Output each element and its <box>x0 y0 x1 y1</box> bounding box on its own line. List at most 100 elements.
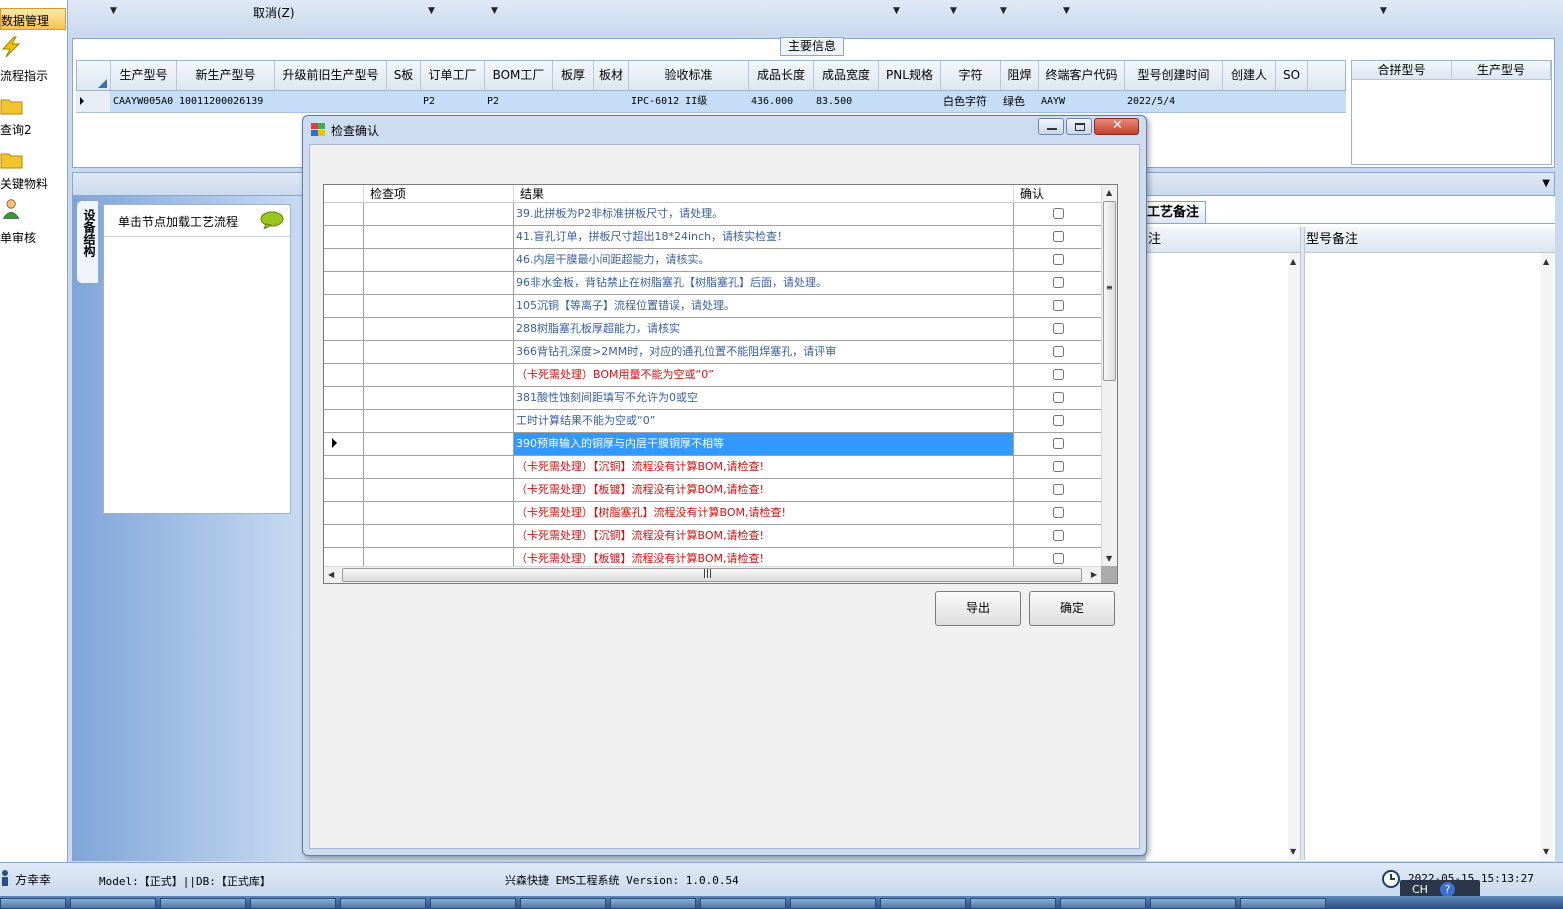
column-header[interactable]: 新生产型号 <box>177 61 275 90</box>
table-row[interactable]: 96非水金板，背钻禁止在树脂塞孔【树脂塞孔】后面，请处理。 <box>324 272 1101 295</box>
column-header[interactable]: 验收标准 <box>629 61 749 90</box>
table-row[interactable]: 39.此拼板为P2非标准拼板尺寸，请处理。 <box>324 203 1101 226</box>
result-cell[interactable]: 96非水金板，背钻禁止在树脂塞孔【树脂塞孔】后面，请处理。 <box>514 272 1014 294</box>
scroll-up-icon[interactable]: ▲ <box>1106 188 1112 197</box>
taskbar-button[interactable] <box>430 898 516 909</box>
confirm-checkbox[interactable] <box>1053 300 1064 311</box>
minimize-button[interactable] <box>1038 118 1064 135</box>
check-item-cell[interactable] <box>364 364 514 386</box>
confirm-checkbox[interactable] <box>1053 530 1064 541</box>
check-item-cell[interactable] <box>364 318 514 340</box>
column-header-result[interactable]: 结果 <box>514 185 1014 203</box>
confirm-checkbox[interactable] <box>1053 369 1064 380</box>
row-header[interactable] <box>324 341 364 363</box>
table-row[interactable]: CAAYW005A0 10011200026139 P2 P2 IPC-6012… <box>76 91 1346 113</box>
nav-item-query2[interactable]: 查询2 <box>0 121 32 138</box>
nav-item-data-management[interactable]: 数据管理 <box>0 8 66 30</box>
table-row[interactable]: （卡死需处理）BOM用量不能为空或“0” <box>324 364 1101 387</box>
column-header[interactable]: PNL规格 <box>879 61 941 90</box>
result-cell[interactable]: 390预审输入的铜厚与内层干膜铜厚不相等 <box>514 433 1014 455</box>
row-header[interactable] <box>324 272 364 294</box>
taskbar-button[interactable] <box>970 898 1056 909</box>
table-cell[interactable]: 436.000 <box>748 91 813 112</box>
check-item-cell[interactable] <box>364 502 514 524</box>
check-item-cell[interactable] <box>364 456 514 478</box>
scroll-down-icon[interactable]: ▼ <box>1106 554 1112 563</box>
column-splitter[interactable] <box>1300 227 1305 860</box>
vertical-scrollbar[interactable]: ▲ ▼ <box>1288 253 1300 860</box>
row-header[interactable] <box>324 318 364 340</box>
confirm-checkbox[interactable] <box>1053 208 1064 219</box>
row-header[interactable] <box>324 410 364 432</box>
chevron-down-icon[interactable]: ▼ <box>1380 6 1387 16</box>
table-cell[interactable]: P2 <box>420 91 484 112</box>
taskbar-button[interactable] <box>250 898 336 909</box>
cancel-button[interactable]: 取消(Z) <box>253 4 295 21</box>
taskbar-button[interactable] <box>160 898 246 909</box>
chevron-down-icon[interactable]: ▼ <box>428 6 435 16</box>
ok-button[interactable]: 确定 <box>1029 591 1115 626</box>
table-row[interactable]: 288树脂塞孔板厚超能力，请核实 <box>324 318 1101 341</box>
table-cell[interactable] <box>1222 91 1275 112</box>
column-header[interactable]: 成品宽度 <box>814 61 879 90</box>
result-cell[interactable]: （卡死需处理）【板镀】流程没有计算BOM,请检查! <box>514 479 1014 501</box>
taskbar-button[interactable] <box>340 898 426 909</box>
scroll-thumb[interactable]: ||| <box>342 568 1082 582</box>
table-cell[interactable]: 绿色 <box>1000 91 1038 112</box>
check-item-cell[interactable] <box>364 272 514 294</box>
table-row[interactable]: （卡死需处理）【沉铜】流程没有计算BOM,请检查! <box>324 456 1101 479</box>
table-row[interactable]: 41.盲孔订单，拼板尺寸超出18*24inch，请核实检查！ <box>324 226 1101 249</box>
result-cell[interactable]: （卡死需处理）【树脂塞孔】流程没有计算BOM,请检查! <box>514 502 1014 524</box>
confirm-checkbox[interactable] <box>1053 507 1064 518</box>
column-header[interactable]: 成品长度 <box>749 61 814 90</box>
column-header[interactable]: 订单工厂 <box>421 61 485 90</box>
taskbar-button[interactable] <box>610 898 696 909</box>
process-tree[interactable]: 单击节点加载工艺流程 <box>103 204 291 514</box>
scroll-left-icon[interactable]: ◀ <box>328 570 334 579</box>
confirm-checkbox[interactable] <box>1053 461 1064 472</box>
row-header[interactable] <box>76 91 110 112</box>
table-row[interactable]: 366背钻孔深度>2MM时，对应的通孔位置不能阻焊塞孔，请评审 <box>324 341 1101 364</box>
confirm-checkbox[interactable] <box>1053 392 1064 403</box>
confirm-checkbox[interactable] <box>1053 231 1064 242</box>
maximize-button[interactable] <box>1066 118 1092 135</box>
table-cell[interactable]: 83.500 <box>813 91 878 112</box>
chevron-down-icon[interactable]: ▼ <box>110 6 117 16</box>
table-cell[interactable] <box>274 91 386 112</box>
column-header[interactable]: 注 <box>1148 227 1161 253</box>
column-header-check-item[interactable]: 检查项 <box>364 185 514 203</box>
confirm-checkbox[interactable] <box>1053 553 1064 564</box>
column-header[interactable]: 型号备注 <box>1306 227 1358 253</box>
collapse-arrow-icon[interactable]: ▼ <box>1542 178 1550 189</box>
table-row[interactable]: 105沉铜【等离子】流程位置错误，请处理。 <box>324 295 1101 318</box>
taskbar-button[interactable] <box>790 898 876 909</box>
confirm-checkbox[interactable] <box>1053 346 1064 357</box>
table-cell[interactable]: P2 <box>484 91 552 112</box>
table-cell[interactable]: IPC-6012 II级 <box>628 91 748 112</box>
check-item-cell[interactable] <box>364 203 514 225</box>
row-header-corner[interactable] <box>324 185 364 203</box>
ime-code[interactable]: CH <box>1412 883 1428 896</box>
table-cell[interactable] <box>386 91 420 112</box>
chevron-down-icon[interactable]: ▼ <box>491 6 498 16</box>
nav-item-review[interactable]: 单审核 <box>0 229 36 246</box>
check-item-cell[interactable] <box>364 525 514 547</box>
row-header[interactable] <box>324 479 364 501</box>
nav-item-flow[interactable]: 流程指示 <box>0 67 48 84</box>
nav-item-key-material[interactable]: 关键物料 <box>0 175 48 192</box>
check-item-cell[interactable] <box>364 249 514 271</box>
taskbar-button[interactable] <box>520 898 606 909</box>
table-cell[interactable]: CAAYW005A0 <box>110 91 176 112</box>
confirm-checkbox[interactable] <box>1053 415 1064 426</box>
column-header[interactable]: 阻焊 <box>1001 61 1039 90</box>
select-all-corner[interactable] <box>77 61 111 90</box>
column-header[interactable]: 生产型号 <box>111 61 177 90</box>
taskbar-button[interactable] <box>700 898 786 909</box>
result-cell[interactable]: 105沉铜【等离子】流程位置错误，请处理。 <box>514 295 1014 317</box>
row-header[interactable] <box>324 226 364 248</box>
check-item-cell[interactable] <box>364 341 514 363</box>
column-header[interactable]: SO <box>1276 61 1308 90</box>
row-header[interactable] <box>324 387 364 409</box>
table-cell[interactable]: 10011200026139 <box>176 91 274 112</box>
column-header[interactable]: S板 <box>387 61 421 90</box>
